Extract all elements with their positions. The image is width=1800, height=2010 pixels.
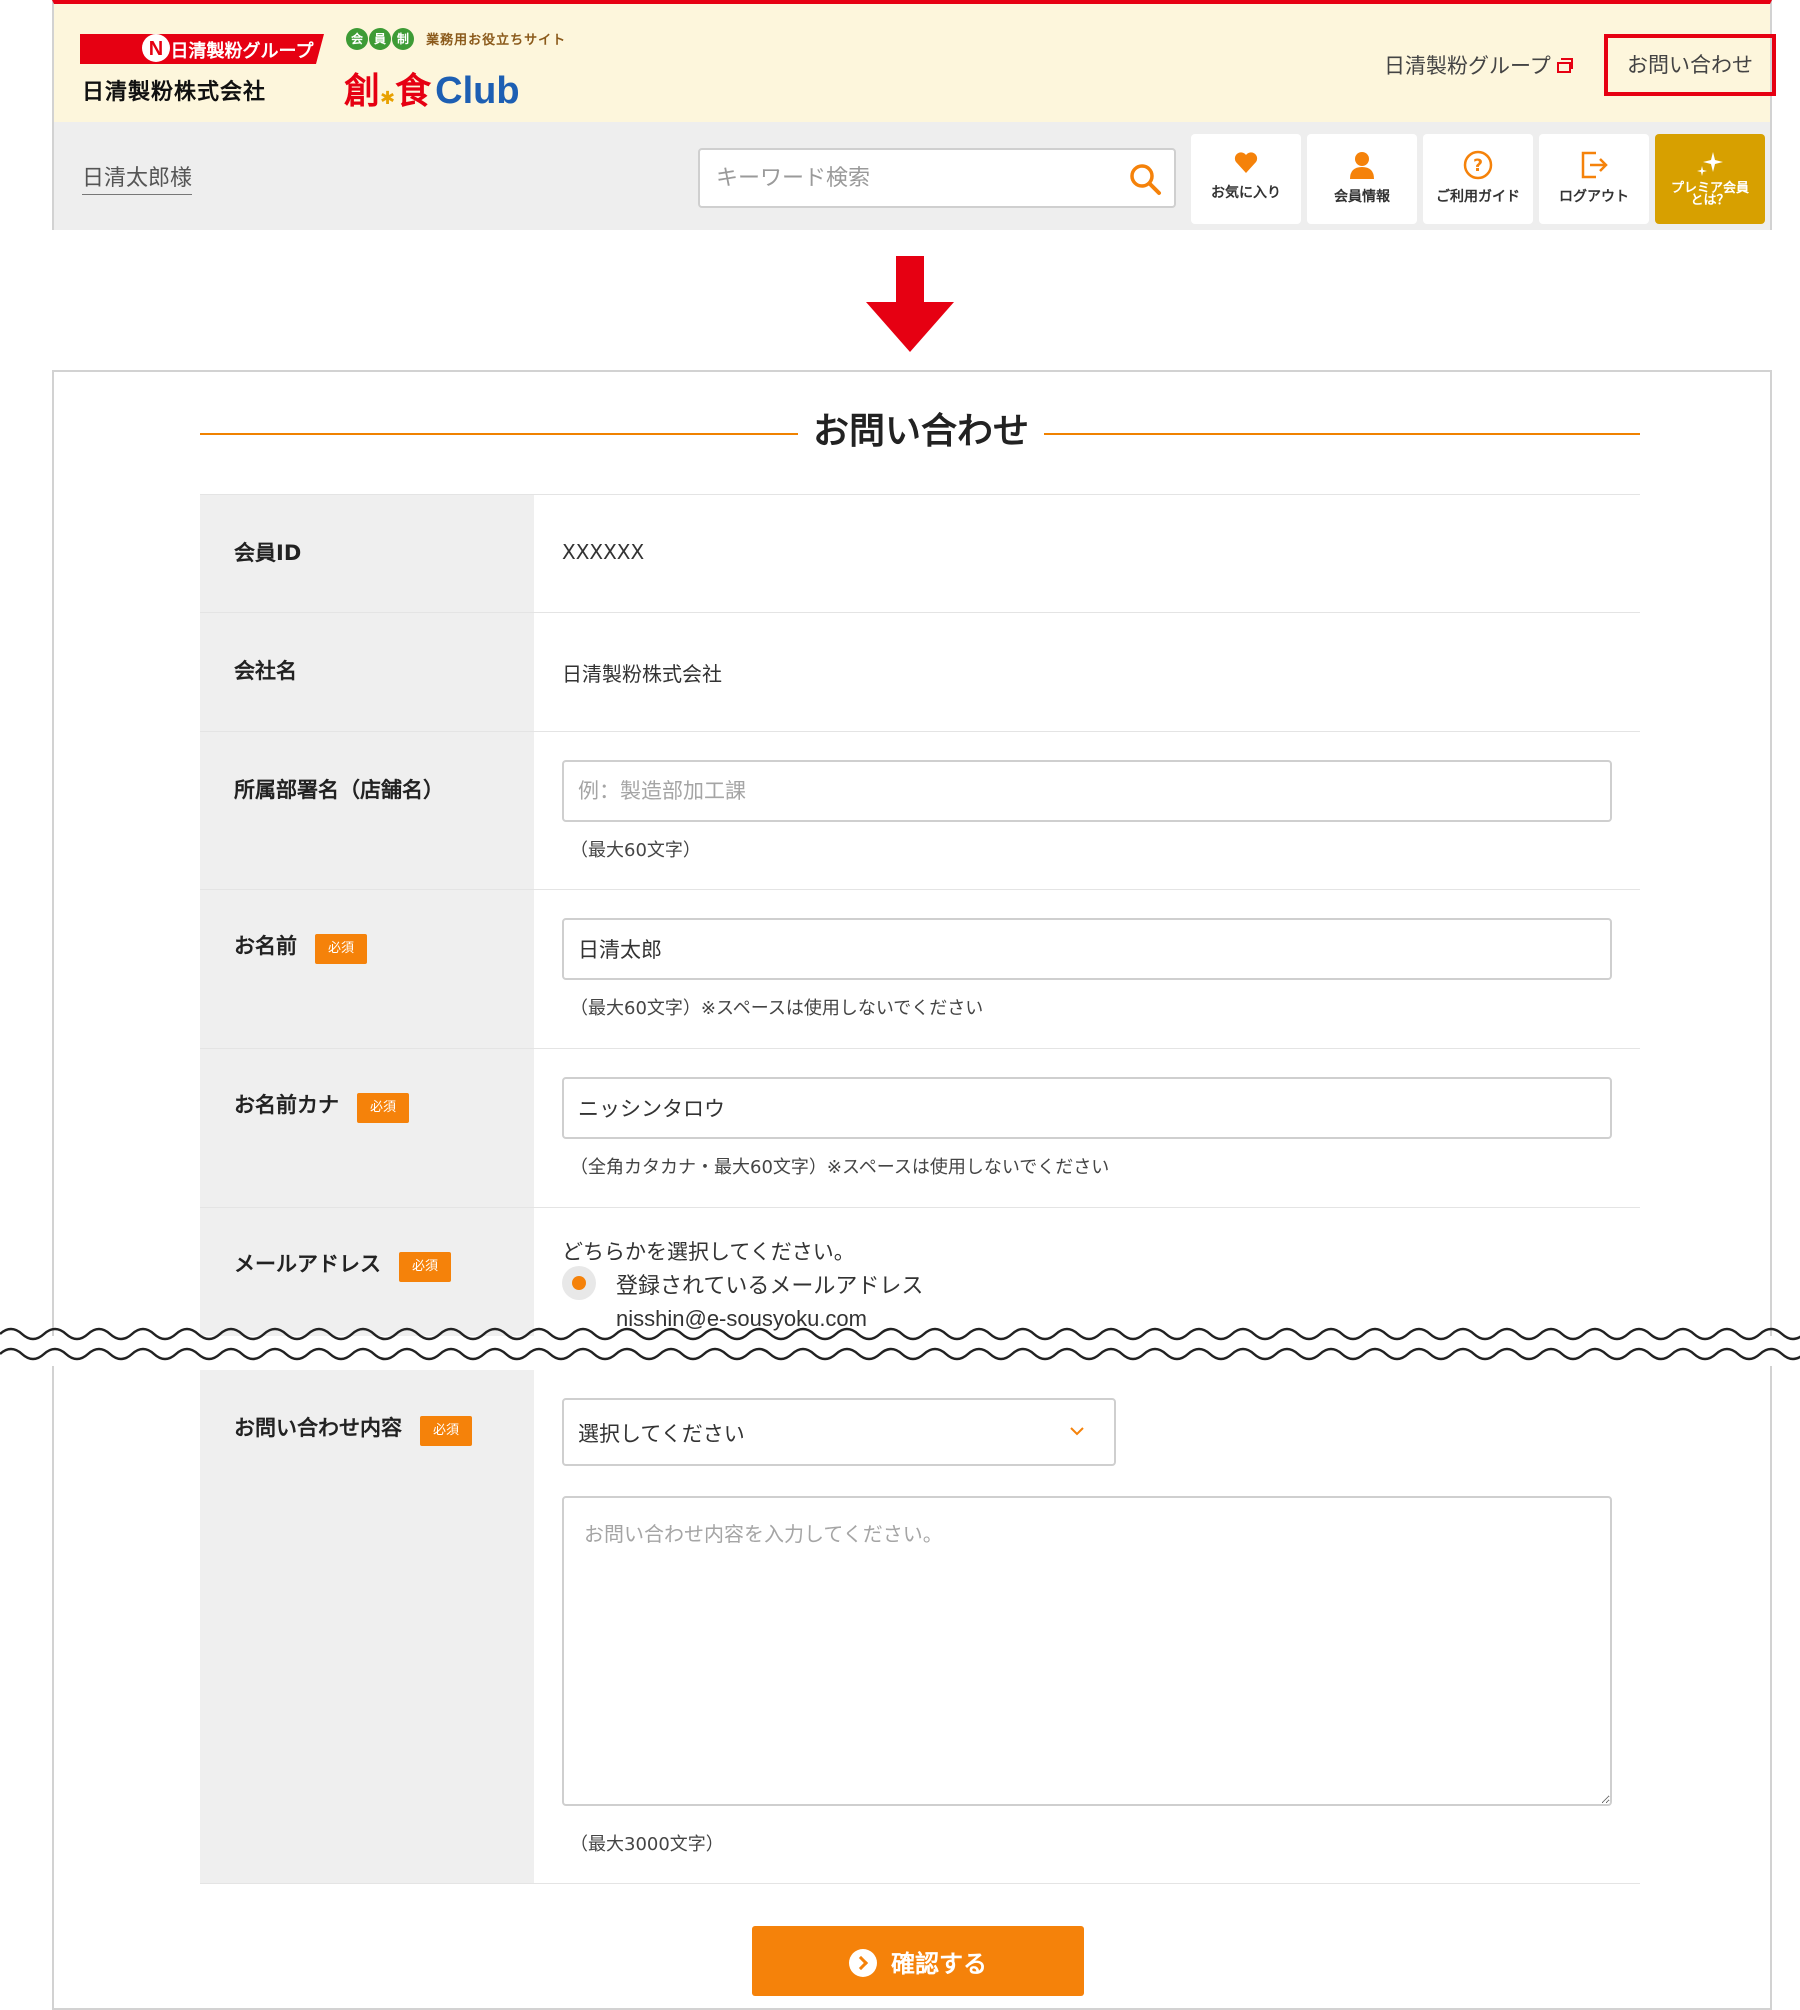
required-badge: 必須 — [315, 933, 367, 964]
favorites-label: お気に入り — [1211, 185, 1281, 201]
email-radio-registered[interactable] — [562, 1266, 596, 1300]
form-label-cell: 会員ID — [200, 495, 534, 612]
logout-icon — [1581, 151, 1608, 179]
form-value-cell: XXXXXX — [534, 495, 1640, 612]
email-choice-intro: どちらかを選択してください。 — [562, 1240, 855, 1264]
member-id-label: 会員ID — [234, 541, 302, 565]
group-site-link-label: 日清製粉グループ — [1384, 54, 1551, 78]
title-divider — [1044, 432, 1640, 435]
inquiry-note: （最大3000文字） — [570, 1834, 724, 1855]
guide-label: ご利用ガイド — [1436, 189, 1520, 205]
help-icon: ? — [1463, 150, 1493, 180]
inquiry-form-panel: お問い合わせ 会員ID XXXXXX 会社名 日清製粉株式会社 所属部署名（店舗… — [52, 370, 1772, 2010]
form-row-member-id: 会員ID XXXXXX — [200, 494, 1640, 612]
inquiry-label: お問い合わせ内容 — [234, 1416, 402, 1440]
premium-info-button[interactable]: プレミア会員 とは？ — [1655, 134, 1765, 224]
label-group: お名前 必須 — [234, 930, 367, 964]
member-info-label: 会員情報 — [1334, 189, 1390, 205]
form-label-cell: お名前カナ 必須 — [200, 1049, 534, 1207]
member-info-button[interactable]: 会員情報 — [1307, 134, 1417, 224]
name-label: お名前 — [234, 934, 297, 958]
department-note: （最大60文字） — [570, 840, 701, 861]
form-title-wrap: お問い合わせ — [200, 402, 1640, 462]
header-toolbar: 日清太郎様 お気に入り 会員情報 ? ご — [54, 122, 1770, 230]
down-arrow-icon — [866, 256, 954, 352]
department-input[interactable] — [562, 760, 1612, 822]
inquiry-type-select[interactable]: 選択してください — [562, 1398, 1116, 1466]
club-tagline: 業務用お役立ちサイト — [426, 33, 567, 48]
department-label: 所属部署名（店舗名） — [234, 778, 444, 802]
premium-label-line2: とは？ — [1690, 193, 1730, 208]
form-row-inquiry: お問い合わせ内容必須 選択してください （最大3000文字） — [200, 1370, 1640, 1884]
external-link-icon — [1556, 57, 1573, 73]
name-kana-input[interactable] — [562, 1077, 1612, 1139]
badge-char: 員 — [369, 28, 391, 50]
form-row-company: 会社名 日清製粉株式会社 — [200, 612, 1640, 731]
member-id-value: XXXXXX — [562, 540, 645, 564]
form-value-cell: 日清製粉株式会社 — [534, 613, 1640, 731]
form-label-cell: お名前 必須 — [200, 890, 534, 1048]
nisshin-group-logo[interactable]: N 日清製粉グループ — [80, 30, 324, 68]
club-logo[interactable]: 創✱食 Club — [344, 62, 520, 114]
form-label-cell: 所属部署名（店舗名） — [200, 732, 534, 889]
label-group: お名前カナ 必須 — [234, 1089, 409, 1123]
required-badge: 必須 — [399, 1251, 451, 1282]
inquiry-textarea[interactable] — [562, 1496, 1612, 1806]
guide-button[interactable]: ? ご利用ガイド — [1423, 134, 1533, 224]
company-label: 会社名 — [234, 659, 297, 683]
heart-icon — [1234, 152, 1258, 173]
wavy-cut-divider — [0, 1327, 1800, 1361]
svg-text:?: ? — [1473, 156, 1483, 176]
required-badge: 必須 — [357, 1092, 409, 1123]
logout-label: ログアウト — [1559, 189, 1629, 205]
chevron-down-icon — [1070, 1427, 1084, 1436]
favorites-button[interactable]: お気に入り — [1191, 134, 1301, 224]
badge-char: 制 — [392, 28, 414, 50]
label-group: お問い合わせ内容 必須 — [234, 1412, 472, 1446]
site-header: N 日清製粉グループ 日清製粉株式会社 会員制 業務用お役立ちサイト 創✱食 Cl… — [52, 0, 1776, 230]
search-box — [698, 148, 1176, 208]
search-icon[interactable] — [1128, 162, 1162, 196]
company-logo-text: 日清製粉株式会社 — [82, 80, 267, 105]
search-input[interactable] — [714, 150, 1114, 206]
club-logo-kanji: 創 — [344, 70, 381, 112]
inquiry-link[interactable]: お問い合わせ — [1604, 34, 1776, 96]
confirm-button[interactable]: 確認する — [752, 1926, 1084, 1996]
badge-char: 会 — [346, 28, 368, 50]
confirm-button-label: 確認する — [891, 1949, 987, 1978]
form-row-name: お名前必須 （最大60文字）※スペースは使用しないでください — [200, 889, 1640, 1048]
user-name-link[interactable]: 日清太郎様 — [82, 160, 193, 195]
page-title: お問い合わせ — [812, 411, 1029, 452]
company-value: 日清製粉株式会社 — [562, 662, 722, 686]
club-badge: 会員制 業務用お役立ちサイト — [346, 28, 566, 50]
sparkle-icon — [1697, 152, 1723, 176]
name-input[interactable] — [562, 918, 1612, 980]
club-logo-kanji: 食 — [395, 70, 432, 112]
email-radio-label[interactable]: 登録されているメールアドレス — [616, 1268, 923, 1300]
form-label-cell: 会社名 — [200, 613, 534, 731]
name-note: （最大60文字）※スペースは使用しないでください — [570, 998, 984, 1019]
name-kana-note: （全角カタカナ・最大60文字）※スペースは使用しないでください — [570, 1157, 1110, 1178]
required-badge: 必須 — [420, 1415, 472, 1446]
star-icon: ✱ — [380, 88, 396, 109]
chevron-right-circle-icon — [849, 1948, 877, 1977]
label-group: メールアドレス 必須 — [234, 1248, 451, 1282]
inquiry-type-select-value: 選択してください — [578, 1422, 745, 1446]
name-kana-label: お名前カナ — [234, 1093, 339, 1117]
logout-button[interactable]: ログアウト — [1539, 134, 1649, 224]
header-top-bar: N 日清製粉グループ 日清製粉株式会社 会員制 業務用お役立ちサイト 創✱食 Cl… — [54, 4, 1776, 122]
svg-text:N: N — [149, 38, 163, 60]
title-divider — [200, 432, 798, 435]
person-icon — [1350, 152, 1374, 179]
form-row-department: 所属部署名（店舗名） （最大60文字） — [200, 731, 1640, 889]
form-row-name-kana: お名前カナ必須 （全角カタカナ・最大60文字）※スペースは使用しないでください — [200, 1048, 1640, 1207]
club-logo-en: Club — [435, 70, 520, 112]
form-label-cell: お問い合わせ内容 必須 — [200, 1370, 534, 1883]
email-label: メールアドレス — [234, 1252, 381, 1276]
group-site-link[interactable]: 日清製粉グループ — [1384, 50, 1573, 80]
svg-text:日清製粉グループ: 日清製粉グループ — [171, 40, 315, 62]
